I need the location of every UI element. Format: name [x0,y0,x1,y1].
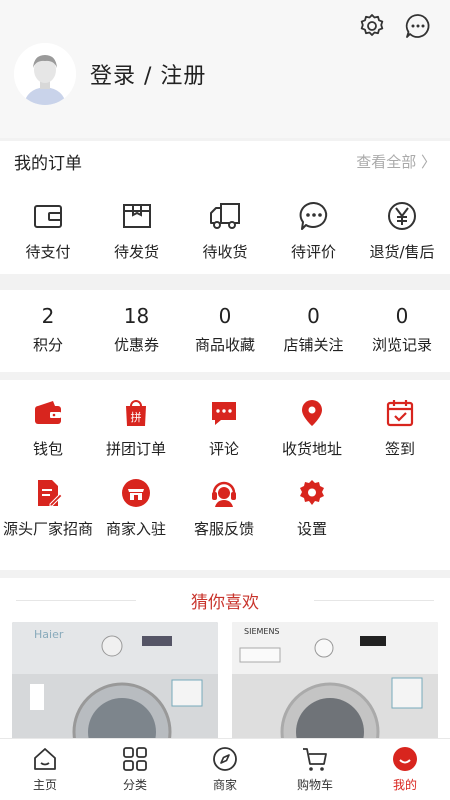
stat-value: 2 [41,304,55,328]
truck-icon [210,203,240,229]
tab-label: 购物车 [296,778,333,792]
product-card[interactable]: SIEMENS [232,622,438,742]
tool-label: 源头厂家招商 [3,520,94,538]
stat-value: 0 [307,304,320,328]
washing-machine-image: SIEMENS [232,622,438,742]
points-stat[interactable]: 2 积分 [4,290,92,355]
washing-machine-image: Haier [12,622,218,742]
yen-icon [388,202,416,230]
tab-label: 主页 [32,778,57,792]
package-icon [122,204,151,228]
tab-label: 我的 [392,778,417,792]
gear-icon [300,480,324,505]
tool-manufacturer-recruit[interactable]: 源头厂家招商 [3,478,94,540]
my-orders-section: 我的订单 查看全部 〉 待支付 待发货 待收货 待评价 退货/售后 [0,141,450,274]
stat-value: 18 [123,304,150,328]
tab-label: 商家 [212,778,237,792]
brand-label: SIEMENS [244,627,280,636]
recommendations-title: 猜你喜欢 [191,593,259,613]
home-icon [34,748,56,770]
favorites-stat[interactable]: 0 商品收藏 [181,290,269,355]
order-label: 待评价 [290,243,336,261]
stat-label: 商品收藏 [194,336,255,354]
stat-value: 0 [395,304,409,328]
stat-value: 0 [218,304,232,328]
tool-checkin[interactable]: 签到 [356,398,444,460]
tool-group-orders[interactable]: 拼 拼团订单 [92,398,180,460]
order-pending-shipment[interactable]: 待发货 [93,181,181,262]
wallet-icon [34,205,62,228]
followed-shops-stat[interactable]: 0 店铺关注 [270,290,358,355]
tool-customer-service[interactable]: 客服反馈 [180,478,268,540]
comment-icon [212,402,236,425]
tool-label: 拼团订单 [105,440,166,458]
stat-label: 浏览记录 [371,336,432,354]
tab-category[interactable]: 分类 [90,739,180,800]
order-label: 待收货 [202,243,248,261]
settings-icon[interactable] [358,12,386,40]
headset-icon [212,481,236,507]
tool-address[interactable]: 收货地址 [268,398,356,460]
grid-icon [123,747,147,771]
order-status-row: 待支付 待发货 待收货 待评价 退货/售后 [0,181,450,262]
tool-label: 签到 [384,440,415,458]
tab-home[interactable]: 主页 [0,739,90,800]
stats-row: 2 积分 18 优惠券 0 商品收藏 0 店铺关注 0 浏览记录 [0,290,450,355]
compass-icon [213,747,237,771]
avatar-placeholder-icon [14,43,76,105]
orders-header: 我的订单 查看全部 〉 [0,141,450,181]
store-icon [122,479,150,507]
order-pending-receipt[interactable]: 待收货 [181,181,269,262]
chat-icon [299,201,327,230]
stat-label: 店铺关注 [283,336,344,354]
top-actions [358,12,432,40]
tool-label: 商家入驻 [105,520,166,538]
history-stat[interactable]: 0 浏览记录 [358,290,446,355]
stat-label: 积分 [32,336,63,354]
tool-label: 客服反馈 [193,520,254,538]
recommendations-section: 猜你喜欢 Haier SIEMENS [0,578,450,742]
calendar-icon [386,400,414,427]
coupons-stat[interactable]: 18 优惠券 [93,290,181,355]
tab-cart[interactable]: 购物车 [270,739,360,800]
product-card[interactable]: Haier [12,622,218,742]
tool-merchant-join[interactable]: 商家入驻 [92,478,180,540]
order-label: 待支付 [25,243,71,261]
profile-header: 登录 / 注册 [0,0,450,138]
order-after-sales[interactable]: 退货/售后 [358,181,446,262]
tool-wallet[interactable]: 钱包 [4,398,92,460]
order-label: 待发货 [113,243,159,261]
order-pending-review[interactable]: 待评价 [270,181,358,262]
view-all-orders-link[interactable]: 查看全部 〉 [356,151,436,172]
tab-merchant[interactable]: 商家 [180,739,270,800]
wallet-icon [35,401,61,424]
location-icon [302,400,322,426]
tool-settings[interactable]: 设置 [268,478,356,540]
login-register-link[interactable]: 登录 / 注册 [90,58,206,90]
document-edit-icon [38,480,63,507]
tool-label: 评论 [208,440,239,458]
stats-section: 2 积分 18 优惠券 0 商品收藏 0 店铺关注 0 浏览记录 [0,290,450,372]
tool-label: 钱包 [32,440,63,458]
tool-label: 收货地址 [281,440,342,458]
product-list: Haier SIEMENS [12,622,438,742]
tools-grid: 钱包 拼 拼团订单 评论 收货地址 签到 源头厂家招商 商家入驻 客服反馈 设置 [0,380,450,540]
tools-section: 钱包 拼 拼团订单 评论 收货地址 签到 源头厂家招商 商家入驻 客服反馈 设置 [0,380,450,570]
order-pending-payment[interactable]: 待支付 [4,181,92,262]
group-bag-icon: 拼 [126,400,146,426]
bottom-tab-bar: 主页 分类 商家 购物车 我的 [0,738,450,800]
avatar[interactable] [14,43,76,105]
order-label: 退货/售后 [369,243,435,261]
stat-label: 优惠券 [113,336,159,354]
tab-mine[interactable]: 我的 [360,739,450,800]
orders-title: 我的订单 [14,153,82,174]
brand-label: Haier [34,628,64,641]
tool-label: 设置 [296,520,327,538]
svg-text:拼: 拼 [131,410,142,424]
profile-icon [393,747,417,771]
tool-comments[interactable]: 评论 [180,398,268,460]
message-icon[interactable] [404,12,432,40]
tab-label: 分类 [122,778,147,792]
cart-icon [303,748,327,771]
